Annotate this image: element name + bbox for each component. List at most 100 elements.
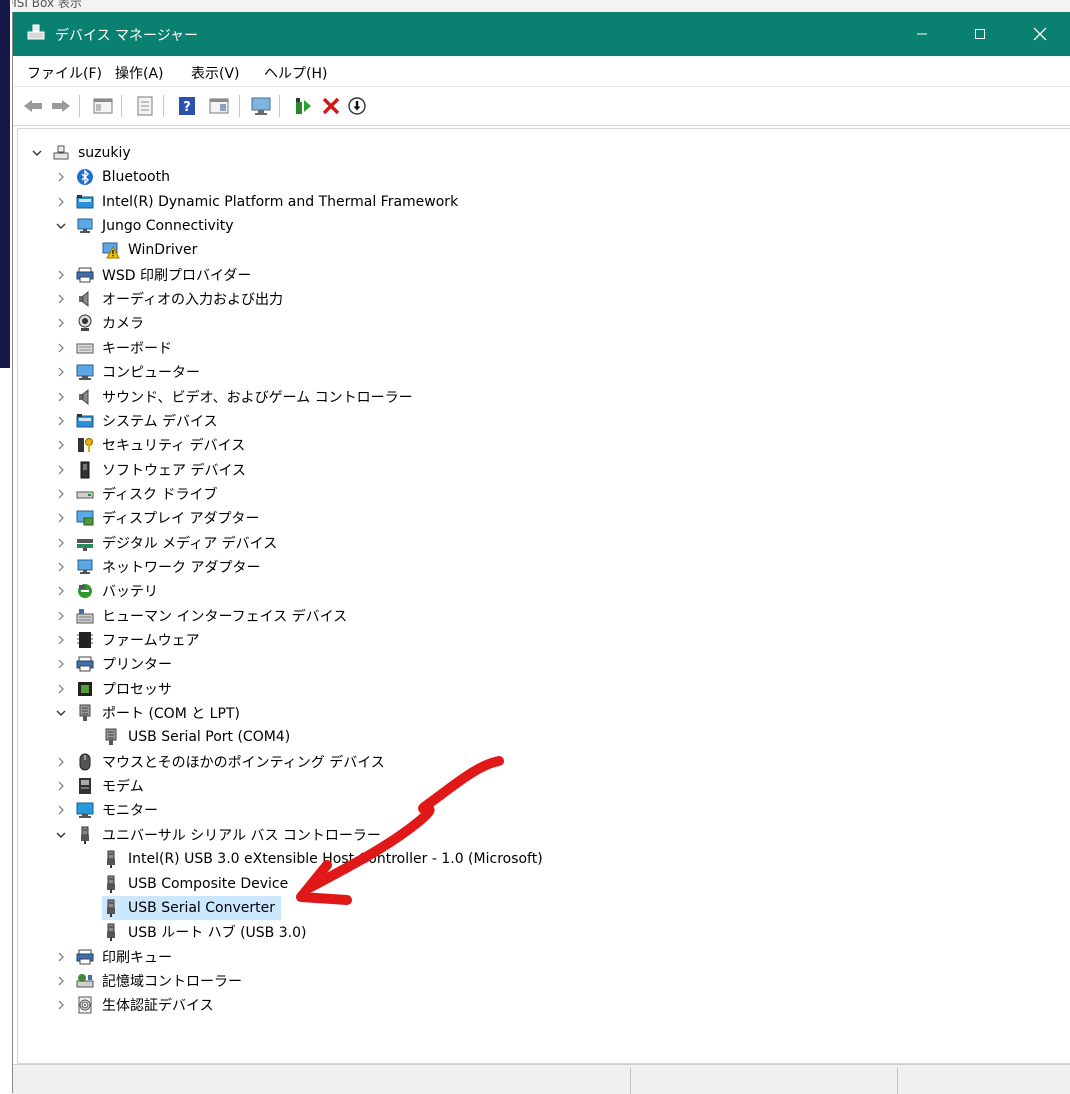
tree-category[interactable]: セキュリティ デバイス [58, 433, 245, 457]
tree-category[interactable]: WSD 印刷プロバイダー [58, 263, 251, 287]
expand-chevron-icon[interactable] [54, 750, 68, 774]
tree-category[interactable]: 記憶域コントローラー [58, 969, 242, 993]
update-driver-button[interactable] [291, 94, 315, 118]
menu-file[interactable]: ファイル(F) [27, 63, 102, 83]
tree-category[interactable]: キーボード [58, 336, 172, 360]
back-button[interactable] [21, 94, 45, 118]
show-hide-tree-button[interactable] [91, 94, 115, 118]
tree-category[interactable]: バッテリ [58, 579, 158, 603]
expand-chevron-icon[interactable] [54, 579, 68, 603]
usb-icon [107, 875, 115, 893]
tree-category[interactable]: デジタル メディア デバイス [58, 531, 277, 555]
window-title: デバイス マネージャー [55, 28, 199, 44]
tree-device[interactable]: USB Composite Device [102, 872, 288, 896]
tree-category[interactable]: ファームウェア [58, 628, 200, 652]
usb-icon [107, 850, 115, 869]
tree-root[interactable]: suzukiy [32, 141, 131, 165]
disable-device-button[interactable] [345, 94, 369, 118]
tree-category[interactable]: モニター [58, 798, 158, 822]
expand-chevron-icon[interactable] [54, 531, 68, 555]
tree-item-label: オーディオの入力および出力 [102, 292, 284, 309]
tree-category[interactable]: オーディオの入力および出力 [58, 287, 284, 311]
expand-chevron-icon[interactable] [54, 993, 68, 1017]
tree-category[interactable]: Bluetooth [58, 165, 170, 189]
collapse-chevron-icon[interactable] [54, 214, 68, 238]
collapse-chevron-icon[interactable] [54, 701, 68, 725]
help-button[interactable]: ? [175, 94, 199, 118]
expand-chevron-icon[interactable] [54, 287, 68, 311]
expand-chevron-icon[interactable] [54, 190, 68, 214]
expand-chevron-icon[interactable] [54, 482, 68, 506]
close-button[interactable] [1011, 12, 1069, 56]
tree-category[interactable]: プロセッサ [58, 677, 172, 701]
uninstall-device-button[interactable] [319, 94, 343, 118]
expand-chevron-icon[interactable] [54, 677, 68, 701]
fingerprint-icon [78, 996, 92, 1014]
menu-action[interactable]: 操作(A) [115, 63, 164, 83]
computer-root-icon [53, 145, 69, 160]
expand-chevron-icon[interactable] [54, 433, 68, 457]
tree-item-label: モデム [102, 779, 144, 796]
tree-category[interactable]: ディスク ドライブ [58, 482, 217, 506]
properties-button[interactable] [133, 94, 157, 118]
view-button[interactable] [207, 94, 231, 118]
tree-category[interactable]: ネットワーク アダプター [58, 555, 261, 579]
forward-button[interactable] [49, 94, 73, 118]
collapse-chevron-icon[interactable] [30, 141, 44, 165]
scan-hardware-button[interactable] [249, 94, 273, 118]
tree-device-selected[interactable]: USB Serial Converter [102, 895, 281, 920]
tree-category[interactable]: システム デバイス [58, 409, 218, 433]
expand-chevron-icon[interactable] [54, 945, 68, 969]
expand-chevron-icon[interactable] [54, 360, 68, 384]
menu-view[interactable]: 表示(V) [191, 63, 240, 83]
tree-category[interactable]: ソフトウェア デバイス [58, 458, 246, 482]
modem-icon [79, 778, 91, 795]
expand-chevron-icon[interactable] [54, 555, 68, 579]
collapse-chevron-icon[interactable] [54, 823, 68, 847]
tree-category[interactable]: ディスプレイ アダプター [58, 506, 259, 530]
title-bar[interactable]: デバイス マネージャー [13, 12, 1070, 56]
minimize-icon [917, 33, 927, 35]
tree-category[interactable]: コンピューター [58, 360, 200, 384]
expand-chevron-icon[interactable] [54, 628, 68, 652]
expand-chevron-icon[interactable] [54, 774, 68, 798]
expand-chevron-icon[interactable] [54, 409, 68, 433]
tree-category[interactable]: プリンター [58, 652, 172, 676]
expand-chevron-icon[interactable] [54, 165, 68, 189]
tree-item-label: ネットワーク アダプター [102, 559, 261, 576]
tree-device[interactable]: USB Serial Port (COM4) [102, 725, 290, 749]
expand-chevron-icon[interactable] [54, 336, 68, 360]
network-icon [77, 559, 93, 574]
tree-device[interactable]: USB ルート ハブ (USB 3.0) [102, 920, 306, 944]
tree-category[interactable]: 印刷キュー [58, 945, 172, 969]
tree-category[interactable]: モデム [58, 774, 144, 798]
expand-chevron-icon[interactable] [54, 311, 68, 335]
maximize-button[interactable] [951, 12, 1009, 56]
tree-category[interactable]: ヒューマン インターフェイス デバイス [58, 604, 347, 628]
tree-item-label: 記憶域コントローラー [102, 973, 242, 990]
expand-chevron-icon[interactable] [54, 458, 68, 482]
tree-category[interactable]: Jungo Connectivity [56, 214, 234, 238]
expand-chevron-icon[interactable] [54, 263, 68, 287]
tree-category[interactable]: ポート (COM と LPT) [56, 701, 240, 725]
tree-item-label: ポート (COM と LPT) [102, 706, 240, 723]
tree-device[interactable]: WinDriver [102, 238, 197, 262]
minimize-button[interactable] [893, 12, 951, 56]
expand-chevron-icon[interactable] [54, 506, 68, 530]
hid-icon [76, 608, 94, 624]
system-devices-icon [76, 194, 94, 209]
tree-item-label: プリンター [102, 657, 172, 674]
tree-category[interactable]: Intel(R) Dynamic Platform and Thermal Fr… [58, 190, 458, 214]
expand-chevron-icon[interactable] [54, 652, 68, 676]
toolbar: ? [13, 87, 1070, 126]
expand-chevron-icon[interactable] [54, 385, 68, 409]
tree-category[interactable]: カメラ [58, 311, 144, 335]
expand-chevron-icon[interactable] [54, 798, 68, 822]
tree-category[interactable]: 生体認証デバイス [58, 993, 214, 1017]
menu-help[interactable]: ヘルプ(H) [264, 63, 327, 83]
tree-item-label: サウンド、ビデオ、およびゲーム コントローラー [102, 389, 413, 406]
expand-chevron-icon[interactable] [54, 604, 68, 628]
usb-icon [107, 899, 115, 917]
tree-category[interactable]: サウンド、ビデオ、およびゲーム コントローラー [58, 385, 413, 409]
expand-chevron-icon[interactable] [54, 969, 68, 993]
